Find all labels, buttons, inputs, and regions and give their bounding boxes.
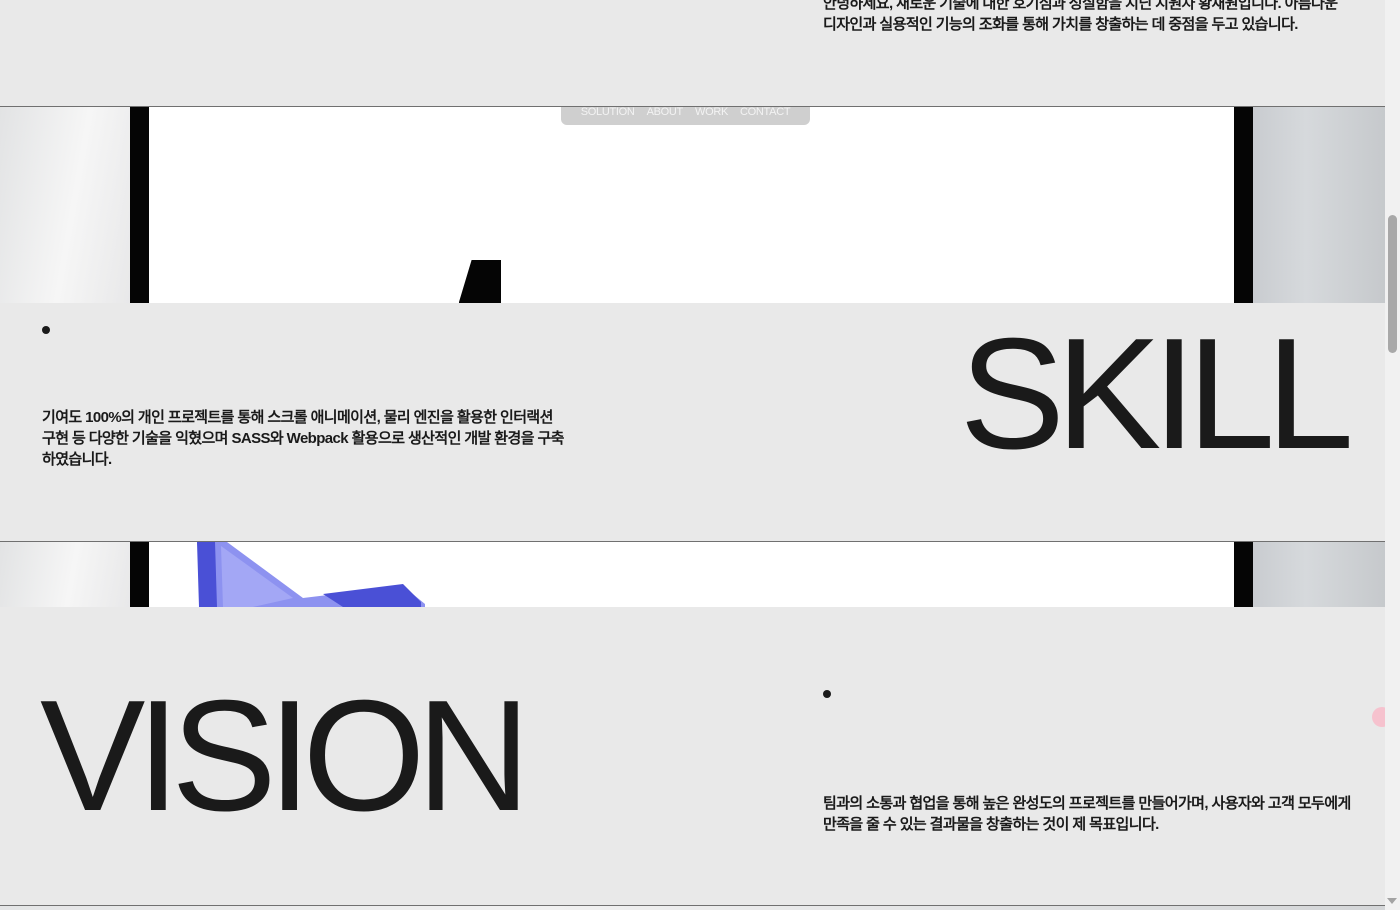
portfolio-page: ABOUT 안녕하세요, 새로운 기술에 대한 호기심과 성실함을 지닌 지원자… [0, 0, 1400, 910]
device-bezel-right [1234, 107, 1253, 303]
bullet-dot-icon [42, 326, 50, 334]
project-mockup-preview-2 [0, 542, 1385, 607]
device-frame-left [0, 107, 130, 303]
project-mockup-preview: SOLUTION ABOUT WORK CONTACT [0, 107, 1385, 303]
page-scrollbar[interactable] [1385, 0, 1400, 910]
mockup-nav-item-solution: SOLUTION [580, 107, 635, 118]
scroll-down-arrow-icon[interactable] [1387, 898, 1397, 904]
device-screen: SOLUTION ABOUT WORK CONTACT [149, 107, 1234, 303]
skill-description: 기여도 100%의 개인 프로젝트를 통해 스크롤 애니메이션, 물리 엔진을 … [42, 409, 564, 468]
mockup-letterform [459, 260, 501, 303]
device-bezel-left [130, 542, 149, 607]
mockup-nav-item-contact: CONTACT [740, 107, 791, 118]
device-frame-left [0, 542, 130, 607]
about-description: 안녕하세요, 새로운 기술에 대한 호기심과 성실함을 지닌 지원자 황재원입니… [823, 0, 1338, 33]
vision-section: VISION 팀과의 소통과 협업을 통해 높은 완성도의 프로젝트를 만들어가… [0, 607, 1385, 906]
vision-heading: VISION [40, 668, 531, 844]
next-section-peek [0, 906, 1385, 910]
scrollbar-thumb[interactable] [1388, 215, 1397, 353]
mockup-nav: SOLUTION ABOUT WORK CONTACT [561, 107, 810, 125]
mockup-nav-item-work: WORK [694, 107, 729, 118]
device-bezel-right [1234, 542, 1253, 607]
mockup-nav-item-about: ABOUT [646, 107, 684, 118]
device-screen [149, 542, 1234, 607]
skill-section: 기여도 100%의 개인 프로젝트를 통해 스크롤 애니메이션, 물리 엔진을 … [0, 303, 1385, 542]
skill-heading: SKILL [959, 306, 1354, 482]
vision-description: 팀과의 소통과 협업을 통해 높은 완성도의 프로젝트를 만들어가며, 사용자와… [823, 795, 1351, 833]
device-frame-right [1253, 107, 1385, 303]
bullet-dot-icon [823, 690, 831, 698]
about-section: ABOUT 안녕하세요, 새로운 기술에 대한 호기심과 성실함을 지닌 지원자… [0, 0, 1385, 107]
about-heading: ABOUT [36, 0, 589, 18]
device-frame-right [1253, 542, 1385, 607]
device-bezel-left [130, 107, 149, 303]
blue-3d-shape-icon [197, 542, 425, 607]
